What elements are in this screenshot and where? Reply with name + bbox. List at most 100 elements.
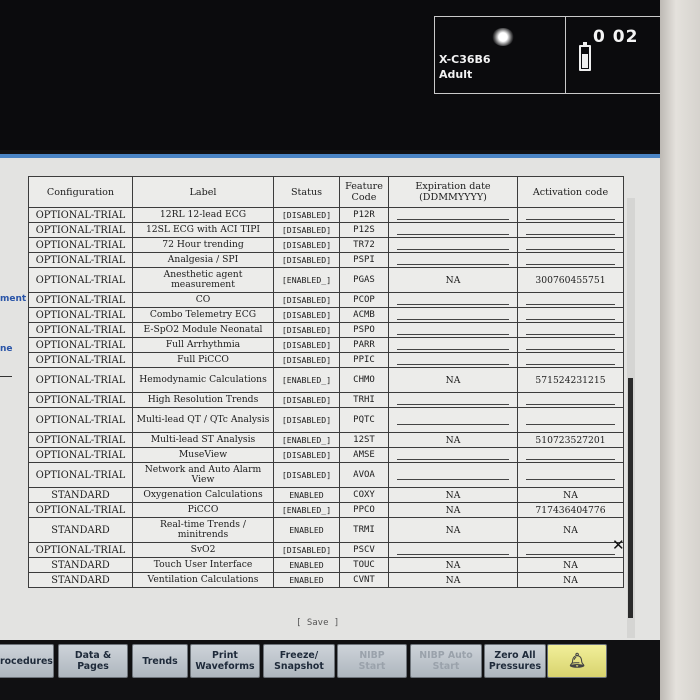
entry-line xyxy=(526,241,615,250)
activation-cell[interactable]: 510723527201 xyxy=(517,432,624,448)
activation-cell[interactable] xyxy=(517,337,624,353)
activation-cell[interactable] xyxy=(517,292,624,308)
activation-cell[interactable] xyxy=(517,392,624,408)
alarm-button[interactable]: 🔔︎ xyxy=(547,644,607,678)
feature-code-cell: 12ST xyxy=(339,432,389,448)
sidebar-text-1[interactable]: ment xyxy=(0,294,26,304)
label-cell: Oxygenation Calculations xyxy=(132,487,274,503)
label-cell: 12SL ECG with ACI TIPI xyxy=(132,222,274,238)
expiration-cell[interactable] xyxy=(388,307,518,323)
activation-cell[interactable] xyxy=(517,462,624,488)
toolbar-button[interactable]: NIBP Auto Start xyxy=(410,644,482,678)
activation-cell[interactable] xyxy=(517,352,624,368)
toolbar-button[interactable]: Freeze/ Snapshot xyxy=(263,644,335,678)
status-cell: ENABLED xyxy=(273,557,340,573)
config-cell: OPTIONAL-TRIAL xyxy=(28,502,133,518)
status-cell: [DISABLED] xyxy=(273,542,340,558)
expiration-cell[interactable]: NA xyxy=(388,487,518,503)
config-cell: OPTIONAL-TRIAL xyxy=(28,447,133,463)
toolbar-button[interactable]: Zero All Pressures xyxy=(484,644,546,678)
close-icon[interactable]: ✕ xyxy=(612,536,625,554)
entry-line xyxy=(526,311,615,320)
expiration-cell[interactable] xyxy=(388,207,518,223)
expiration-cell[interactable] xyxy=(388,542,518,558)
save-button[interactable]: [ Save ] xyxy=(296,618,339,628)
activation-cell[interactable]: NA xyxy=(517,572,624,588)
col-header-activation-code: Activation code xyxy=(517,176,624,208)
status-cell: [ENABLED_] xyxy=(273,502,340,518)
expiration-cell[interactable]: NA xyxy=(388,502,518,518)
entry-line xyxy=(526,256,615,265)
expiration-cell[interactable] xyxy=(388,252,518,268)
config-cell: OPTIONAL-TRIAL xyxy=(28,222,133,238)
table-row: OPTIONAL-TRIAL Combo Telemetry ECG [DISABL… xyxy=(28,307,624,323)
feature-code-cell: PPCO xyxy=(339,502,389,518)
activation-cell[interactable]: 300760455751 xyxy=(517,267,624,293)
feature-code-cell: COXY xyxy=(339,487,389,503)
monitor-bezel xyxy=(660,0,700,700)
feature-code-cell: PCOP xyxy=(339,292,389,308)
expiration-cell[interactable]: NA xyxy=(388,572,518,588)
alarm-bell-icon: 🔔︎ xyxy=(568,652,586,669)
activation-cell[interactable] xyxy=(517,222,624,238)
activation-cell[interactable]: NA xyxy=(517,517,624,543)
config-cell: OPTIONAL-TRIAL xyxy=(28,392,133,408)
status-cell: [DISABLED] xyxy=(273,237,340,253)
scrollbar-thumb[interactable] xyxy=(628,378,633,618)
expiration-cell[interactable] xyxy=(388,407,518,433)
expiration-cell[interactable] xyxy=(388,222,518,238)
toolbar-button[interactable]: NIBP Start xyxy=(337,644,407,678)
toolbar-button[interactable]: Procedures xyxy=(0,644,54,678)
status-value: 0 02 xyxy=(593,27,639,47)
expiration-cell[interactable] xyxy=(388,352,518,368)
activation-cell[interactable]: 571524231215 xyxy=(517,367,624,393)
activation-cell[interactable]: 717436404776 xyxy=(517,502,624,518)
expiration-cell[interactable] xyxy=(388,292,518,308)
table-row: OPTIONAL-TRIAL Full Arrhythmia [DISABLED] P… xyxy=(28,337,624,353)
expiration-cell[interactable]: NA xyxy=(388,557,518,573)
table-row: OPTIONAL-TRIAL Analgesia / SPI [DISABLED] P… xyxy=(28,252,624,268)
activation-cell[interactable]: NA xyxy=(517,557,624,573)
config-cell: OPTIONAL-TRIAL xyxy=(28,367,133,393)
activation-cell[interactable] xyxy=(517,322,624,338)
status-cell: [DISABLED] xyxy=(273,292,340,308)
patient-info-box[interactable]: X-C36B6 Adult 0 02 xyxy=(434,16,668,94)
expiration-cell[interactable] xyxy=(388,322,518,338)
activation-cell[interactable] xyxy=(517,407,624,433)
activation-cell[interactable] xyxy=(517,207,624,223)
activation-cell[interactable] xyxy=(517,307,624,323)
activation-cell[interactable] xyxy=(517,252,624,268)
feature-code-cell: PSPO xyxy=(339,322,389,338)
toolbar-button[interactable]: Data & Pages xyxy=(58,644,128,678)
feature-code-cell: AMSE xyxy=(339,447,389,463)
activation-cell[interactable] xyxy=(517,447,624,463)
activation-cell[interactable] xyxy=(517,237,624,253)
expiration-cell[interactable] xyxy=(388,337,518,353)
expiration-cell[interactable] xyxy=(388,462,518,488)
col-header-feature-code: Feature Code xyxy=(339,176,389,208)
label-cell: Touch User Interface xyxy=(132,557,274,573)
expiration-cell[interactable] xyxy=(388,237,518,253)
activation-cell[interactable]: NA xyxy=(517,487,624,503)
entry-line xyxy=(397,396,509,405)
battery-icon xyxy=(579,42,591,71)
label-cell: Multi-lead QT / QTc Analysis xyxy=(132,407,274,433)
expiration-cell[interactable]: NA xyxy=(388,432,518,448)
expiration-cell[interactable] xyxy=(388,392,518,408)
activation-cell[interactable] xyxy=(517,542,624,558)
table-row: OPTIONAL-TRIAL MuseView [DISABLED] AMSE xyxy=(28,447,624,463)
toolbar-button[interactable]: Print Waveforms xyxy=(190,644,260,678)
expiration-cell[interactable]: NA xyxy=(388,267,518,293)
expiration-cell[interactable] xyxy=(388,447,518,463)
label-cell: Anesthetic agent measurement xyxy=(132,267,274,293)
expiration-cell[interactable]: NA xyxy=(388,517,518,543)
config-cell: OPTIONAL-TRIAL xyxy=(28,252,133,268)
label-cell: High Resolution Trends xyxy=(132,392,274,408)
sidebar-text-2[interactable]: ne xyxy=(0,344,13,354)
table-row: STANDARD Touch User Interface ENABLED TOUC N… xyxy=(28,557,624,573)
feature-code-cell: TR72 xyxy=(339,237,389,253)
entry-line xyxy=(526,356,615,365)
toolbar-button[interactable]: Trends xyxy=(132,644,188,678)
entry-line xyxy=(397,211,509,220)
expiration-cell[interactable]: NA xyxy=(388,367,518,393)
